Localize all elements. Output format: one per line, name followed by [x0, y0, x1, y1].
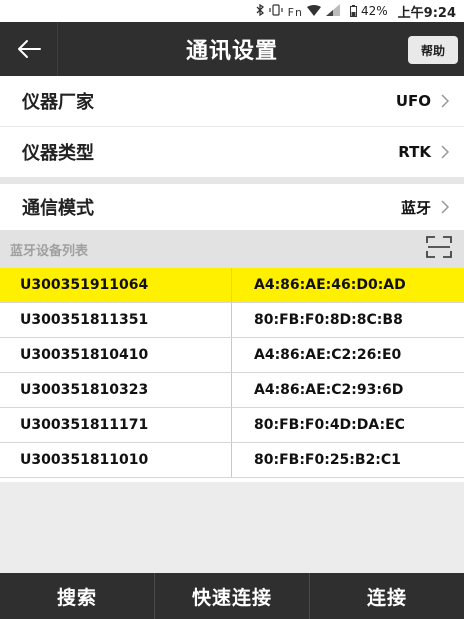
- search-button[interactable]: 搜索: [0, 573, 155, 619]
- status-icons: Fn: [256, 3, 340, 19]
- back-button[interactable]: [0, 22, 58, 76]
- device-name: U300351810323: [0, 373, 232, 407]
- battery-indicator: 42%: [349, 4, 388, 18]
- scan-button[interactable]: [426, 236, 452, 262]
- device-list-title: 蓝牙设备列表: [10, 243, 89, 259]
- device-mac: A4:86:AE:46:D0:AD: [254, 277, 406, 293]
- device-table: U300351911064 A4:86:AE:46:D0:AD U3003518…: [0, 268, 464, 478]
- chevron-right-icon: [441, 145, 450, 159]
- vibrate-icon: [269, 3, 283, 16]
- chevron-right-icon: [441, 94, 450, 108]
- device-name: U300351811171: [0, 408, 232, 442]
- battery-percent: 42%: [360, 4, 388, 18]
- quick-connect-button[interactable]: 快速连接: [155, 573, 310, 619]
- scan-icon: [426, 236, 452, 258]
- device-row[interactable]: U300351811171 80:FB:F0:4D:DA:EC: [0, 408, 464, 443]
- fn-label: Fn: [287, 5, 303, 19]
- signal-icon: [325, 3, 340, 16]
- battery-icon: [349, 5, 357, 17]
- setting-label: 通信模式: [22, 198, 94, 219]
- device-list-empty-area: [0, 482, 464, 573]
- bottom-action-bar: 搜索 快速连接 连接: [0, 573, 464, 619]
- status-bar: Fn 42% 上午9:24: [0, 0, 464, 22]
- setting-label: 仪器类型: [22, 143, 94, 164]
- device-name: U300351911064: [0, 268, 232, 302]
- device-mac: 80:FB:F0:25:B2:C1: [254, 452, 401, 468]
- device-mac: 80:FB:F0:4D:DA:EC: [254, 417, 405, 433]
- back-arrow-icon: [17, 40, 41, 58]
- chevron-right-icon: [441, 200, 450, 214]
- device-row[interactable]: U300351810410 A4:86:AE:C2:26:E0: [0, 338, 464, 373]
- setting-value: RTK: [398, 143, 431, 161]
- setting-row-manufacturer[interactable]: 仪器厂家 UFO: [0, 76, 464, 126]
- device-mac: 80:FB:F0:8D:8C:B8: [254, 312, 403, 328]
- device-name: U300351810410: [0, 338, 232, 372]
- help-button[interactable]: 帮助: [408, 36, 458, 64]
- device-name: U300351811351: [0, 303, 232, 337]
- wifi-icon: [307, 4, 322, 16]
- page-title: 通讯设置: [185, 39, 278, 64]
- device-list-header: 蓝牙设备列表: [0, 230, 464, 268]
- device-row[interactable]: U300351811351 80:FB:F0:8D:8C:B8: [0, 303, 464, 338]
- setting-value: 蓝牙: [400, 198, 431, 217]
- setting-row-comm-mode[interactable]: 通信模式 蓝牙: [0, 184, 464, 230]
- bluetooth-icon: [256, 3, 264, 16]
- device-name: U300351811010: [0, 443, 232, 477]
- clock: 上午9:24: [397, 5, 456, 21]
- device-mac: A4:86:AE:C2:93:6D: [254, 382, 404, 398]
- device-row[interactable]: U300351911064 A4:86:AE:46:D0:AD: [0, 268, 464, 303]
- setting-label: 仪器厂家: [22, 92, 94, 113]
- setting-value: UFO: [395, 92, 431, 110]
- title-bar: 通讯设置 帮助: [0, 22, 464, 76]
- device-row[interactable]: U300351811010 80:FB:F0:25:B2:C1: [0, 443, 464, 478]
- device-mac: A4:86:AE:C2:26:E0: [254, 347, 402, 363]
- setting-row-instrument-type[interactable]: 仪器类型 RTK: [0, 127, 464, 177]
- connect-button[interactable]: 连接: [310, 573, 464, 619]
- section-divider: [0, 177, 464, 184]
- device-row[interactable]: U300351810323 A4:86:AE:C2:93:6D: [0, 373, 464, 408]
